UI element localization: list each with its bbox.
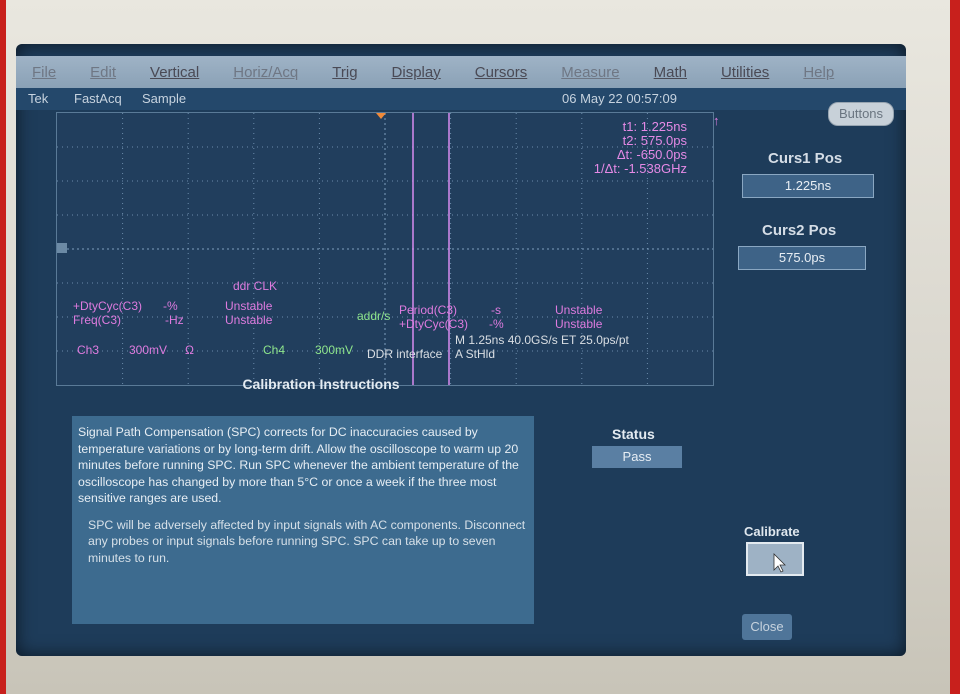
status-line: Tek FastAcq Sample 06 May 22 00:57:09	[16, 88, 906, 110]
curs2-pos-field[interactable]: 575.0ps	[738, 246, 866, 270]
meas-freq-c3-state: Unstable	[225, 313, 273, 327]
close-button[interactable]: Close	[742, 614, 792, 640]
curs1-pos-label: Curs1 Pos	[768, 150, 843, 167]
brand-label: Tek	[28, 91, 49, 106]
menu-horizacq[interactable]: Horiz/Acq	[233, 64, 298, 81]
waveform-graticule: T t1: 1.225ns t2: 575.0ps Δt: -650.0ps 1…	[56, 112, 720, 386]
menu-cursors[interactable]: Cursors	[475, 64, 528, 81]
curs1-pos-field[interactable]: 1.225ns	[742, 174, 874, 198]
meas-period-c3-state: Unstable	[555, 303, 603, 317]
status-value: Pass	[592, 446, 682, 468]
addr-label: addr/s	[357, 309, 391, 323]
ch3-scale: 300mV	[129, 343, 168, 357]
datetime: 06 May 22 00:57:09	[562, 91, 677, 106]
calibration-title: Calibration Instructions	[242, 376, 400, 392]
ddr-interface-label: DDR interface	[367, 347, 443, 361]
meas-dutycyc-c3-label: +DtyCyc(C3)	[73, 299, 143, 313]
meas-period-c3-value: -s	[491, 303, 501, 317]
timebase-readout: M 1.25ns 40.0GS/s ET 25.0ps/pt	[455, 333, 629, 347]
meas-dutycyc-c3-state: Unstable	[225, 299, 273, 313]
ch4-label: Ch4	[263, 343, 286, 357]
cursor-arrow-icon: ↑	[713, 113, 720, 128]
calibrate-label: Calibrate	[744, 524, 800, 539]
calibration-paragraph-2: SPC will be adversely affected by input …	[88, 517, 526, 565]
ground-level-marker	[57, 243, 67, 253]
mouse-pointer-icon	[773, 553, 786, 573]
status-label: Status	[612, 426, 655, 442]
trigger-readout: A StHld	[455, 347, 496, 361]
sample-mode: Sample	[142, 91, 187, 106]
menu-display[interactable]: Display	[392, 64, 441, 81]
menu-edit[interactable]: Edit	[90, 64, 116, 81]
meas-dutycyc2-state: Unstable	[555, 317, 603, 331]
calibration-instructions: Signal Path Compensation (SPC) corrects …	[72, 416, 534, 624]
menu-measure[interactable]: Measure	[561, 64, 619, 81]
cursor-delta-readout: Δt: -650.0ps	[616, 147, 687, 162]
meas-freq-c3-value: -Hz	[165, 313, 184, 327]
menu-math[interactable]: Math	[654, 64, 687, 81]
ch3-coupling-icon: Ω	[185, 343, 194, 357]
red-frame-right	[950, 0, 960, 694]
menu-utilities[interactable]: Utilities	[721, 64, 769, 81]
acq-mode: FastAcq	[74, 91, 122, 106]
meas-dutycyc2-value: -%	[489, 317, 504, 331]
curs2-pos-label: Curs2 Pos	[762, 222, 837, 239]
calibration-paragraph-1: Signal Path Compensation (SPC) corrects …	[78, 425, 519, 505]
ch4-scale: 300mV	[315, 343, 354, 357]
cursor-t2-readout: t2: 575.0ps	[622, 133, 687, 148]
meas-dutycyc2-label: +DtyCyc(C3)	[399, 317, 469, 331]
meas-period-c3-label: Period(C3)	[399, 303, 458, 317]
ddr-clk-label: ddr CLK	[233, 279, 278, 293]
menu-file[interactable]: File	[32, 64, 56, 81]
meas-freq-c3-label: Freq(C3)	[73, 313, 122, 327]
menu-vertical[interactable]: Vertical	[150, 64, 199, 81]
scope-screen: File Edit Vertical Horiz/Acq Trig Display Curs…	[16, 44, 906, 656]
ch3-label: Ch3	[77, 343, 100, 357]
cursor-t1-readout: t1: 1.225ns	[622, 119, 687, 134]
cursor-inverse-delta-readout: 1/Δt: -1.538GHz	[593, 161, 687, 176]
red-frame-left	[0, 0, 6, 694]
menu-help[interactable]: Help	[803, 64, 834, 81]
menu-bar: File Edit Vertical Horiz/Acq Trig Display Curs…	[16, 56, 906, 88]
calibrate-button[interactable]	[746, 542, 804, 576]
menu-trig[interactable]: Trig	[332, 64, 357, 81]
buttons-toggle-button[interactable]: Buttons	[828, 102, 894, 126]
meas-dutycyc-c3-value: -%	[163, 299, 178, 313]
